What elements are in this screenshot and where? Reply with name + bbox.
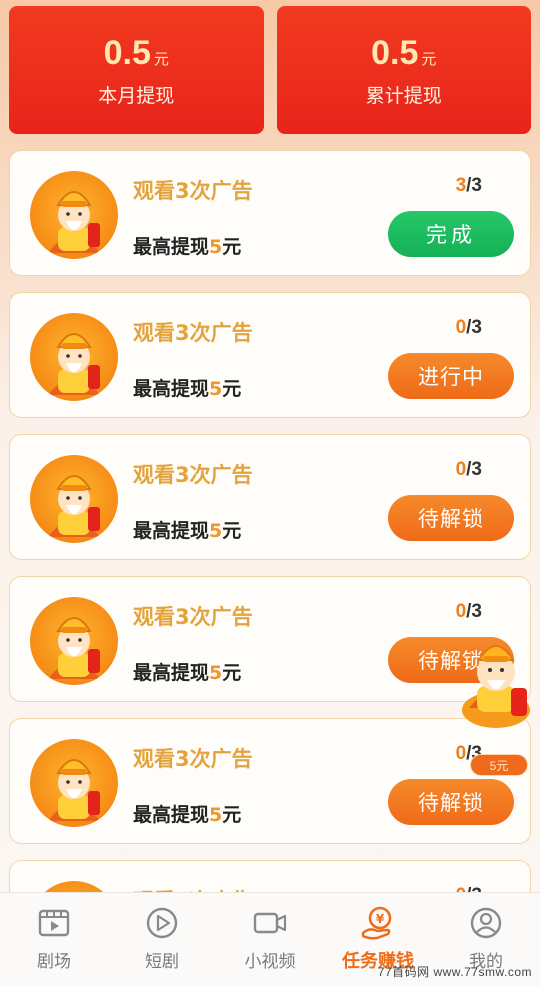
tab-label: 小视频 (244, 952, 296, 972)
film-icon (36, 905, 72, 941)
task-reward: 最高提现5元 (133, 374, 241, 401)
task-reward-prefix: 最高提现 (133, 378, 210, 400)
task-action-button[interactable]: 待解锁 (388, 779, 514, 825)
task-reward-prefix: 最高提现 (133, 236, 210, 258)
monthly-withdraw-amount: 0.5 元 (104, 33, 169, 73)
task-progress-done: 0 (455, 601, 467, 622)
fortune-god-avatar-icon (30, 171, 118, 259)
fortune-god-avatar-icon (30, 597, 118, 685)
tab-item[interactable]: 短剧 (108, 893, 216, 986)
floating-fortune-god-icon[interactable] (455, 620, 537, 730)
task-progress: 0/3 (456, 317, 482, 339)
task-reward: 最高提现5元 (133, 516, 241, 543)
task-progress-total: /3 (466, 459, 482, 480)
task-reward-amount: 5 (209, 662, 223, 684)
fortune-god-avatar-icon (30, 455, 118, 543)
task-reward: 最高提现5元 (133, 232, 241, 259)
task-reward: 最高提现5元 (133, 800, 241, 827)
tab-label: 短剧 (145, 952, 179, 972)
fortune-god-avatar-icon (30, 739, 118, 827)
total-withdraw-amount: 0.5 元 (371, 33, 436, 73)
task-action-button[interactable]: 完成 (388, 211, 514, 257)
task-action-button[interactable]: 进行中 (388, 353, 514, 399)
tab-item[interactable]: 剧场 (0, 893, 108, 986)
task-progress-done: 0 (455, 317, 467, 338)
task-progress-done: 0 (455, 743, 467, 764)
floating-reward-badge[interactable]: 5元 (470, 754, 528, 776)
money-hand-icon: ¥ (360, 905, 396, 941)
task-reward-prefix: 最高提现 (133, 804, 210, 826)
total-withdraw-label: 累计提现 (365, 84, 442, 107)
task-reward-unit: 元 (222, 662, 242, 684)
task-progress-total: /3 (466, 317, 482, 338)
task-title: 观看3次广告 (133, 747, 253, 771)
total-withdraw-card: 0.5 元 累计提现 (276, 6, 531, 134)
svg-text:¥: ¥ (376, 912, 385, 926)
task-reward-prefix: 最高提现 (133, 520, 210, 542)
task-title: 观看3次广告 (133, 179, 253, 203)
task-reward-unit: 元 (222, 804, 242, 826)
task-title: 观看3次广告 (133, 321, 253, 345)
monthly-withdraw-label: 本月提现 (98, 84, 175, 107)
task-card: 观看3次广告最高提现5元0/3待解锁 (9, 576, 531, 702)
task-progress-total: /3 (466, 175, 482, 196)
task-reward-unit: 元 (222, 378, 242, 400)
task-reward-unit: 元 (222, 236, 242, 258)
task-progress-done: 3 (455, 175, 467, 196)
task-action-button[interactable]: 待解锁 (388, 495, 514, 541)
monthly-withdraw-card: 0.5 元 本月提现 (9, 6, 264, 134)
task-reward-unit: 元 (222, 520, 242, 542)
task-reward-amount: 5 (209, 378, 223, 400)
fortune-god-avatar-icon (30, 313, 118, 401)
monthly-withdraw-value: 0.5 (103, 33, 151, 72)
monthly-withdraw-unit: 元 (153, 49, 169, 68)
task-title: 观看3次广告 (133, 605, 253, 629)
task-card: 观看3次广告 最高提现5元 0/3 进行中 (9, 292, 531, 418)
video-camera-icon (252, 905, 288, 941)
task-card: 观看3次广告最高提现5元0/3待解锁 (9, 718, 531, 844)
task-reward-amount: 5 (209, 804, 223, 826)
task-title: 观看3次广告 (133, 463, 253, 487)
task-progress: 0/3 (456, 459, 482, 481)
withdraw-stats: 0.5 元 本月提现 0.5 元 累计提现 (9, 6, 531, 134)
user-icon (468, 905, 504, 941)
task-card: 观看3次广告 最高提现5元 3/3 完成 (9, 150, 531, 276)
play-icon (144, 905, 180, 941)
watermark-text: 77首码网 www.77smw.com (377, 965, 532, 979)
total-withdraw-value: 0.5 (371, 33, 419, 72)
task-reward-amount: 5 (209, 520, 223, 542)
task-progress-total: /3 (466, 601, 482, 622)
tab-item[interactable]: 小视频 (216, 893, 324, 986)
tab-label: 剧场 (37, 952, 71, 972)
task-card: 观看3次广告最高提现5元 0/3 待解锁 (9, 434, 531, 560)
task-reward-prefix: 最高提现 (133, 662, 210, 684)
total-withdraw-unit: 元 (421, 49, 437, 68)
task-reward: 最高提现5元 (133, 658, 241, 685)
task-progress-done: 0 (455, 459, 467, 480)
task-reward-amount: 5 (209, 236, 223, 258)
task-progress: 3/3 (456, 175, 482, 197)
